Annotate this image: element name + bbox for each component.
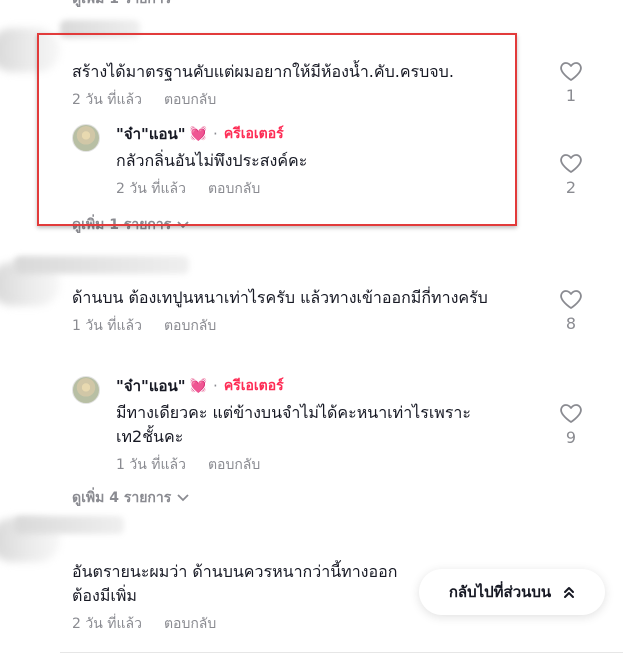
commenter-name-blurred (60, 20, 140, 38)
comment-1: สร้างได้มาตรฐานคับแต่ผมอยากให้มีห้องน้ำ.… (72, 60, 552, 111)
like-count: 1 (565, 86, 577, 105)
heart-emoji-icon: 💓 (189, 378, 208, 394)
chevron-down-icon (177, 494, 189, 502)
comment-meta: 2 วัน ที่แล้ว ตอบกลับ (72, 613, 402, 635)
comment-text: ด้านบน ต้องเทปูนหนาเท่าไรครับ แล้วทางเข้… (72, 288, 488, 307)
reply-meta: 2 วัน ที่แล้ว ตอบกลับ (116, 178, 552, 200)
like-button[interactable]: 2 (557, 152, 585, 197)
heart-emoji-icon: 💓 (189, 126, 208, 142)
heart-icon (560, 290, 582, 309)
reply-button[interactable]: ตอบกลับ (164, 89, 216, 111)
reply-meta: 1 วัน ที่แล้ว ตอบกลับ (116, 454, 552, 476)
comment-text: สร้างได้มาตรฐานคับแต่ผมอยากให้มีห้องน้ำ.… (72, 62, 454, 81)
comment-time: 2 วัน ที่แล้ว (72, 92, 142, 108)
creator-avatar[interactable] (72, 376, 100, 404)
separator-dot: · (213, 377, 218, 395)
see-more-label: ดูเพิ่ม 1 รายการ (72, 217, 172, 233)
reply-text: กลัวกลิ่นอันไม่พึงประสงค์คะ (116, 151, 308, 170)
reply-author[interactable]: "จ๋า"แอน" (116, 122, 186, 146)
like-count: 2 (565, 178, 577, 197)
reply-button[interactable]: ตอบกลับ (164, 613, 216, 635)
reply-button[interactable]: ตอบกลับ (208, 178, 260, 200)
commenter-avatar[interactable] (0, 28, 60, 72)
comment-time: 2 วัน ที่แล้ว (72, 616, 142, 632)
reply-text: มีทางเดียวคะ แต่ข้างบนจำไม่ได้คะหนาเท่าไ… (116, 403, 472, 446)
chevron-down-icon (177, 221, 189, 229)
heart-icon (560, 404, 582, 423)
see-more-label: ดูเพิ่ม 4 รายการ (72, 490, 172, 506)
comment-meta: 1 วัน ที่แล้ว ตอบกลับ (72, 315, 552, 337)
reply-1: "จ๋า"แอน" 💓 · ครีเอเตอร์ กลัวกลิ่นอันไม่… (72, 122, 552, 200)
comment-time: 1 วัน ที่แล้ว (72, 318, 142, 334)
see-more-replies[interactable]: ดูเพิ่ม 4 รายการ (72, 487, 189, 509)
comment-meta: 2 วัน ที่แล้ว ตอบกลับ (72, 89, 552, 111)
top-cutoff-text: ดูเพิ่ม 1 รายการ (72, 0, 171, 10)
reply-button[interactable]: ตอบกลับ (164, 315, 216, 337)
reply-2: "จ๋า"แอน" 💓 · ครีเอเตอร์ มีทางเดียวคะ แต… (72, 374, 552, 476)
commenter-name-blurred (14, 256, 189, 274)
like-count: 8 (565, 314, 577, 333)
creator-badge: ครีเอเตอร์ (223, 378, 284, 394)
like-count: 9 (565, 428, 577, 447)
creator-avatar[interactable] (72, 124, 100, 152)
see-more-replies[interactable]: ดูเพิ่ม 1 รายการ (72, 214, 189, 236)
like-button[interactable]: 1 (557, 60, 585, 105)
reply-time: 1 วัน ที่แล้ว (116, 457, 186, 473)
heart-icon (560, 154, 582, 173)
comment-text: อันตรายนะผมว่า ด้านบนควรหนากว่านี้ทางออก… (72, 562, 398, 605)
reply-header: "จ๋า"แอน" 💓 · ครีเอเตอร์ (116, 122, 552, 146)
reply-button[interactable]: ตอบกลับ (208, 454, 260, 476)
reply-header: "จ๋า"แอน" 💓 · ครีเอเตอร์ (116, 374, 552, 398)
like-button[interactable]: 9 (557, 402, 585, 447)
reply-author[interactable]: "จ๋า"แอน" (116, 374, 186, 398)
comments-panel: ดูเพิ่ม 1 รายการ สร้างได้มาตรฐานคับแต่ผม… (0, 0, 623, 667)
chevron-double-up-icon (564, 587, 575, 598)
back-to-top-label: กลับไปที่ส่วนบน (448, 583, 552, 601)
separator-dot: · (213, 125, 218, 143)
reply-time: 2 วัน ที่แล้ว (116, 181, 186, 197)
commenter-name-blurred (14, 516, 124, 534)
like-button[interactable]: 8 (557, 288, 585, 333)
comment-3: อันตรายนะผมว่า ด้านบนควรหนากว่านี้ทางออก… (72, 560, 402, 635)
comment-2: ด้านบน ต้องเทปูนหนาเท่าไรครับ แล้วทางเข้… (72, 286, 552, 337)
heart-icon (560, 62, 582, 81)
divider (60, 652, 623, 653)
creator-badge: ครีเอเตอร์ (223, 126, 284, 142)
back-to-top-button[interactable]: กลับไปที่ส่วนบน (419, 569, 605, 615)
